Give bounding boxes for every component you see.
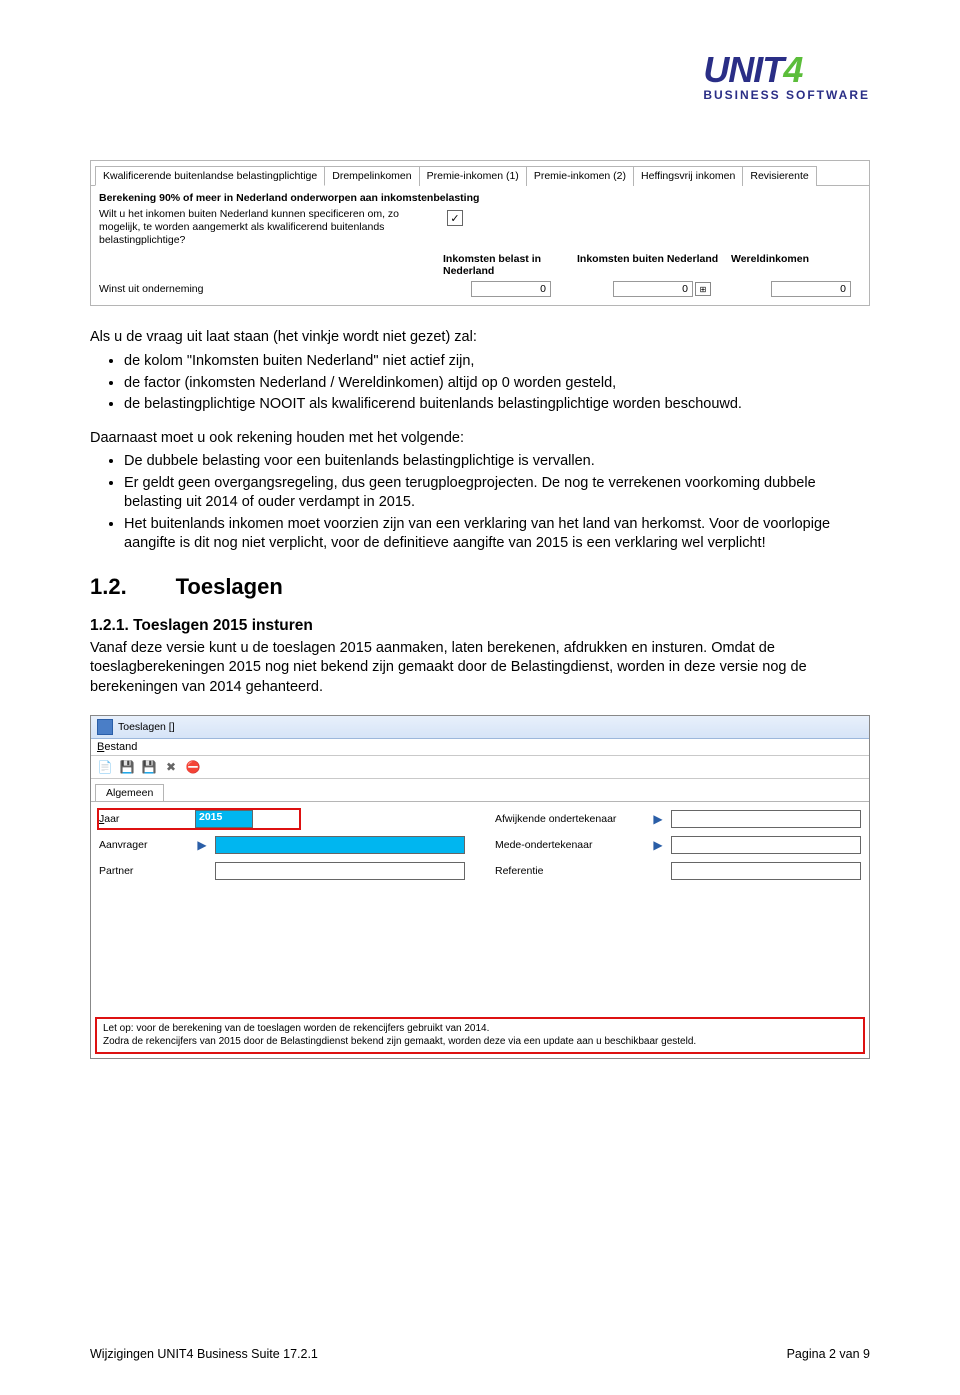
close-icon[interactable]: ⛔ (185, 759, 201, 775)
document-body: Als u de vraag uit laat staan (het vinkj… (90, 328, 870, 697)
input-referentie[interactable] (671, 862, 861, 880)
column-header-wereld: Wereldinkomen (727, 253, 861, 277)
bullet-item: de belastingplichtige NOOIT als kwalific… (124, 395, 870, 415)
heading-1-2-1: 1.2.1. Toeslagen 2015 insturen (90, 616, 870, 637)
logo-text-4: 4 (783, 49, 802, 90)
heading-title: Toeslagen (176, 574, 283, 599)
save-icon[interactable]: 💾 (119, 759, 135, 775)
column-header-nl: Inkomsten belast in Nederland (439, 253, 573, 277)
tab-premie1[interactable]: Premie-inkomen (1) (419, 166, 527, 186)
tab-revisierente[interactable]: Revisierente (742, 166, 816, 186)
bullet-list-1: de kolom "Inkomsten buiten Nederland" ni… (90, 352, 870, 415)
tab-heffingsvrij[interactable]: Heffingsvrij inkomen (633, 166, 743, 186)
app-icon (97, 719, 113, 735)
footer-left: Wijzigingen UNIT4 Business Suite 17.2.1 (90, 1347, 318, 1361)
toolbar: 📄 💾 💾 ✖ ⛔ (91, 756, 869, 779)
delete-icon[interactable]: ✖ (163, 759, 179, 775)
qualify-checkbox[interactable]: ✓ (447, 210, 463, 226)
input-mede[interactable] (671, 836, 861, 854)
tab-premie2[interactable]: Premie-inkomen (2) (526, 166, 634, 186)
unit4-logo: UNIT4 BUSINESS SOFTWARE (703, 54, 870, 102)
screenshot-toeslagen-window: Toeslagen [] Bestand 📄 💾 💾 ✖ ⛔ Algemeen … (90, 715, 870, 1059)
column-header-buiten-nl: Inkomsten buiten Nederland (573, 253, 727, 277)
value-nl[interactable]: 0 (471, 281, 551, 297)
check-mark-icon: ✓ (450, 212, 459, 225)
heading-number: 1.2. (90, 574, 127, 599)
picker-icon[interactable]: ▶ (651, 812, 665, 826)
label-aanvrager: Aanvrager (99, 839, 189, 851)
picker-icon[interactable]: ▶ (651, 838, 665, 852)
tab-drempelinkomen[interactable]: Drempelinkomen (324, 166, 419, 186)
picker-icon[interactable]: ▶ (195, 838, 209, 852)
input-jaar[interactable]: 2015 (195, 810, 253, 828)
input-aanvrager[interactable] (215, 836, 465, 854)
note-line-1: Let op: voor de berekening van de toesla… (103, 1023, 857, 1036)
input-afwijkende[interactable] (671, 810, 861, 828)
bullet-item: Het buitenlands inkomen moet voorzien zi… (124, 515, 870, 554)
tab-kwalificerende[interactable]: Kwalificerende buitenlandse belastingpli… (95, 166, 325, 186)
screenshot-tax-calculation-window: Kwalificerende buitenlandse belastingpli… (90, 160, 870, 306)
paragraph: Vanaf deze versie kunt u de toeslagen 20… (90, 639, 870, 698)
menu-bestand[interactable]: Bestand (97, 741, 137, 753)
menubar: Bestand (91, 739, 869, 756)
tab-algemeen[interactable]: Algemeen (95, 784, 164, 802)
section-title: Berekening 90% of meer in Nederland onde… (99, 192, 861, 204)
value-wereld[interactable]: 0 (771, 281, 851, 297)
logo-subtitle: BUSINESS SOFTWARE (703, 88, 870, 102)
bullet-item: de factor (inkomsten Nederland / Wereldi… (124, 374, 870, 394)
save-as-icon[interactable]: 💾 (141, 759, 157, 775)
window-title: Toeslagen [] (118, 721, 175, 733)
paragraph: Daarnaast moet u ook rekening houden met… (90, 429, 870, 449)
input-partner[interactable] (215, 862, 465, 880)
heading-1-2: 1.2. Toeslagen (90, 572, 870, 602)
new-icon[interactable]: 📄 (97, 759, 113, 775)
note-line-2: Zodra de rekencijfers van 2015 door de B… (103, 1036, 857, 1049)
intro-paragraph: Als u de vraag uit laat staan (het vinkj… (90, 328, 870, 348)
tab-strip: Kwalificerende buitenlandse belastingpli… (91, 161, 869, 185)
label-afwijkende: Afwijkende ondertekenaar (495, 813, 645, 825)
label-partner: Partner (99, 865, 189, 877)
value-buiten-nl[interactable]: 0 (613, 281, 693, 297)
row-label-winst: Winst uit onderneming (99, 283, 421, 295)
calculator-icon[interactable]: ⊞ (695, 282, 711, 296)
label-mede: Mede-ondertekenaar (495, 839, 645, 851)
question-text: Wilt u het inkomen buiten Nederland kunn… (99, 208, 419, 247)
label-referentie: Referentie (495, 865, 645, 877)
footer-right: Pagina 2 van 9 (787, 1347, 870, 1361)
bullet-item: De dubbele belasting voor een buitenland… (124, 452, 870, 472)
bullet-list-2: De dubbele belasting voor een buitenland… (90, 452, 870, 554)
window-titlebar: Toeslagen [] (91, 716, 869, 739)
label-jaar: Jaar (99, 813, 189, 825)
bullet-item: Er geldt geen overgangsregeling, dus gee… (124, 474, 870, 513)
logo-text-unit: UNIT (703, 49, 783, 90)
page-footer: Wijzigingen UNIT4 Business Suite 17.2.1 … (90, 1347, 870, 1361)
bullet-item: de kolom "Inkomsten buiten Nederland" ni… (124, 352, 870, 372)
warning-note: Let op: voor de berekening van de toesla… (95, 1017, 865, 1054)
